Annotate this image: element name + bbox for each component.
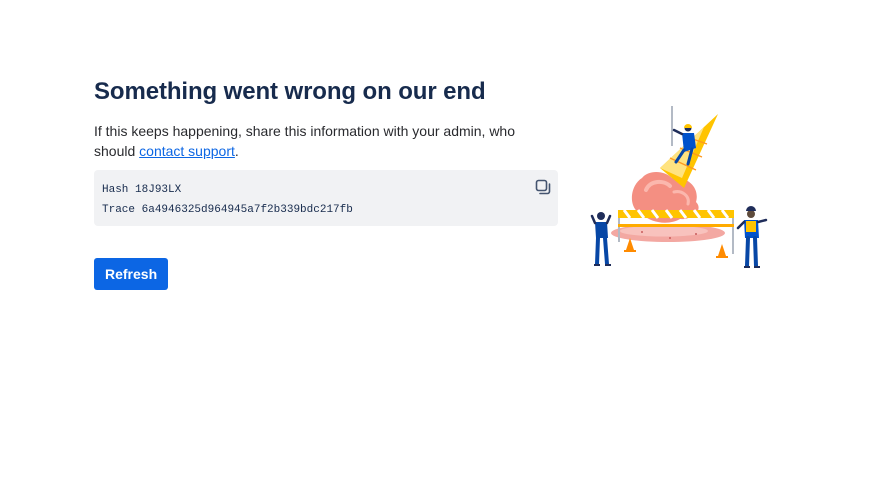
error-content: Something went wrong on our end If this … <box>94 76 558 290</box>
trace-label: Trace <box>102 204 136 216</box>
hash-row: Hash 18J93LX <box>102 180 550 200</box>
description-end: . <box>234 143 239 159</box>
dropped-ice-cream-illustration <box>590 106 768 268</box>
trace-value: 6a4946325d964945a7f2b339bdc217fb <box>141 204 353 216</box>
copy-icon <box>535 179 551 195</box>
page-title: Something went wrong on our end <box>94 78 486 105</box>
hash-label: Hash <box>102 184 129 196</box>
trace-row: Trace 6a4946325d964945a7f2b339bdc217fb <box>102 200 550 220</box>
copy-button[interactable] <box>534 178 552 196</box>
hash-value: 18J93LX <box>135 184 182 196</box>
error-description: If this keeps happening, share this info… <box>94 121 558 161</box>
contact-support-link[interactable]: contact support <box>139 143 235 159</box>
refresh-button[interactable]: Refresh <box>94 258 169 290</box>
error-details-box: Hash 18J93LX Trace 6a4946325d964945a7f2b… <box>94 170 558 226</box>
